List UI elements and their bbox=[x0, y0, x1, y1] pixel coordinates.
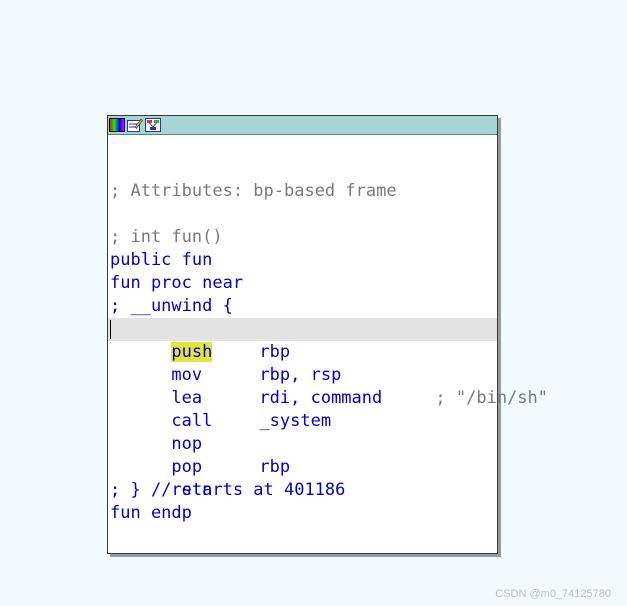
public-declaration[interactable]: public fun bbox=[108, 249, 497, 272]
attributes-comment: ; Attributes: bp-based frame bbox=[110, 181, 397, 201]
instruction-line[interactable]: call _system bbox=[108, 387, 497, 431]
unwind-begin: ; __unwind { bbox=[110, 296, 233, 316]
node-titlebar[interactable] bbox=[108, 116, 497, 135]
endp-declaration[interactable]: fun endp bbox=[108, 502, 497, 525]
instruction-line[interactable]: lea rdi, command; "/bin/sh" bbox=[108, 364, 548, 408]
edit-icon[interactable] bbox=[127, 118, 143, 132]
proc-declaration[interactable]: fun proc near bbox=[108, 272, 497, 295]
signature-comment: ; int fun() bbox=[110, 227, 223, 247]
watermark: CSDN @m0_74125780 bbox=[495, 588, 611, 600]
unwind-end: ; } // starts at 401186 bbox=[110, 480, 346, 500]
instruction-line[interactable]: pop rbp bbox=[108, 433, 497, 477]
disassembly-listing[interactable]: ; Attributes: bp-based frame ; int fun()… bbox=[108, 180, 548, 525]
palette-icon[interactable] bbox=[109, 118, 125, 132]
instruction-line[interactable]: nop bbox=[108, 410, 497, 454]
graph-node-fun[interactable]: ; Attributes: bp-based frame ; int fun()… bbox=[107, 115, 548, 554]
instruction-line[interactable]: retn bbox=[108, 456, 497, 500]
instruction-line[interactable]: mov rbp, rsp bbox=[108, 341, 497, 385]
text-cursor bbox=[110, 320, 111, 339]
instruction-line[interactable]: push rbp bbox=[108, 318, 497, 362]
graph-icon[interactable] bbox=[145, 118, 161, 132]
